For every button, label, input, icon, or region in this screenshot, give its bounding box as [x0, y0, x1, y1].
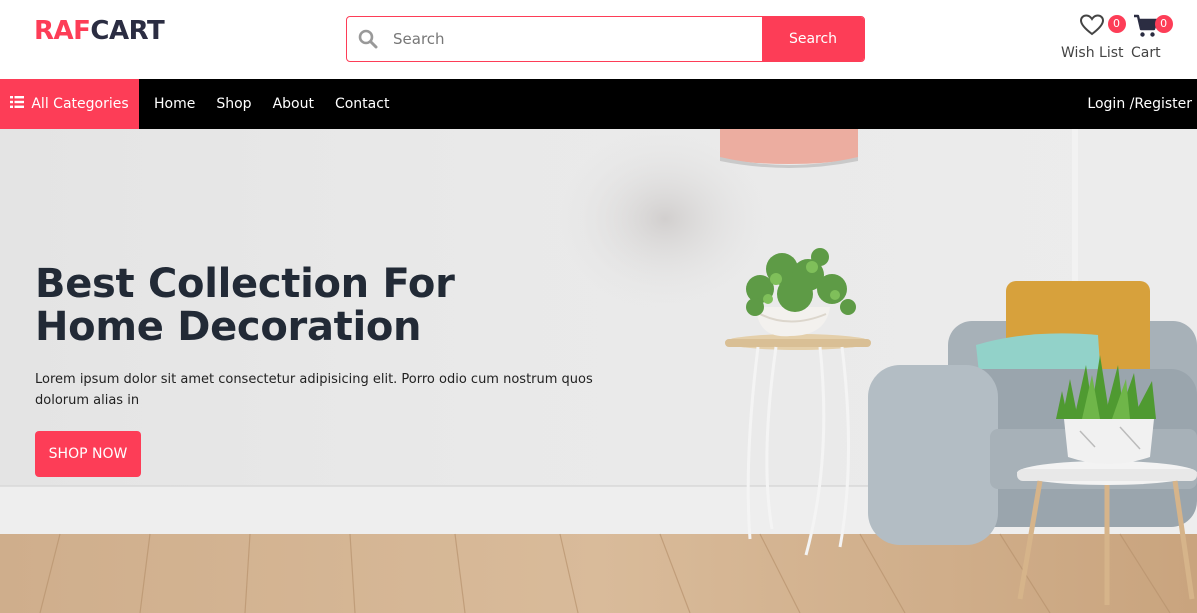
hero-description: Lorem ipsum dolor sit amet consectetur a…: [35, 372, 593, 408]
main-nav: All Categories Home Shop About Contact L…: [0, 79, 1197, 129]
search-input[interactable]: [389, 17, 762, 61]
search-button[interactable]: Search: [762, 17, 864, 61]
site-header: RAFCART Search 0 Wish List 0 Cart: [0, 0, 1197, 79]
search-icon: [347, 17, 389, 61]
hero-title-line2: Home Decoration: [35, 304, 422, 350]
logo-part2: CART: [90, 16, 165, 46]
nav-link-contact[interactable]: Contact: [335, 96, 389, 112]
list-icon: [10, 96, 25, 112]
hero-title: Best Collection For Home Decoration: [35, 263, 455, 349]
wishlist-link[interactable]: 0 Wish List: [1061, 13, 1126, 61]
nav-link-home[interactable]: Home: [154, 96, 195, 112]
heart-icon: [1079, 13, 1105, 41]
nav-link-about[interactable]: About: [273, 96, 314, 112]
logo-part1: RAF: [34, 16, 91, 46]
all-categories-button[interactable]: All Categories: [0, 79, 139, 129]
nav-link-shop[interactable]: Shop: [216, 96, 251, 112]
nav-links: Home Shop About Contact: [154, 79, 389, 129]
cart-count-badge: 0: [1154, 15, 1173, 33]
cart-label: Cart: [1131, 45, 1161, 61]
logo[interactable]: RAFCART: [34, 16, 165, 46]
shop-now-button[interactable]: SHOP NOW: [35, 431, 141, 477]
hero-title-line1: Best Collection For: [35, 261, 455, 307]
wishlist-label: Wish List: [1061, 45, 1124, 61]
hero-banner: Best Collection For Home Decoration Lore…: [0, 129, 1197, 613]
search-bar: Search: [346, 16, 865, 62]
login-register-link[interactable]: Login /Register: [1087, 96, 1192, 112]
all-categories-label: All Categories: [31, 96, 129, 112]
wishlist-count-badge: 0: [1107, 15, 1126, 33]
cart-link[interactable]: 0 Cart: [1131, 13, 1173, 61]
